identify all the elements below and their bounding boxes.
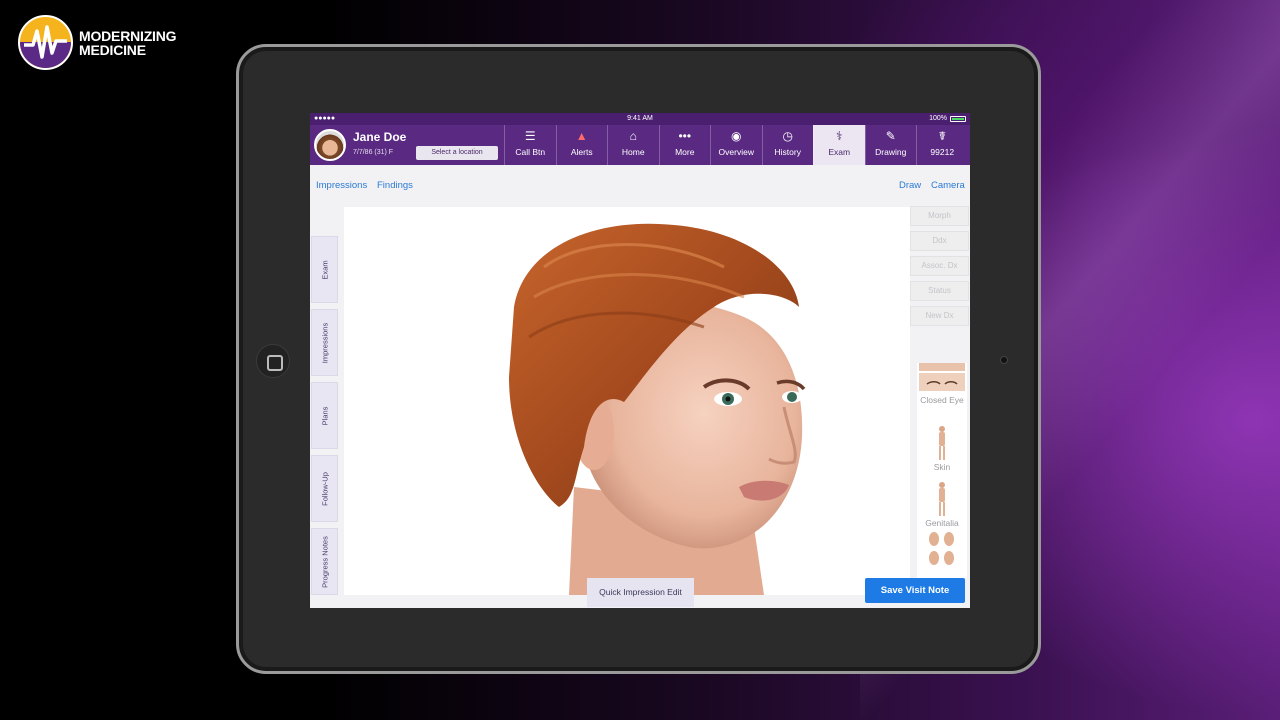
patient-avatar[interactable]	[314, 129, 346, 161]
impressions-link[interactable]: Impressions	[316, 180, 367, 191]
head-model-illustration	[509, 223, 806, 595]
status-bar: ●●●●● 9:41 AM 100%	[310, 113, 970, 125]
genitalia-figure-icon[interactable]	[934, 481, 950, 517]
nav-home[interactable]: ⌂ Home	[607, 125, 659, 165]
anatomy-3d-canvas[interactable]	[344, 207, 910, 595]
tab-follow-up[interactable]: Follow-Up	[311, 455, 338, 522]
hands-feet-thumbnail-icon[interactable]	[927, 531, 957, 567]
genitalia-label: Genitalia	[925, 518, 959, 528]
nav-call-btn[interactable]: ☰ Call Btn	[504, 125, 556, 165]
logo-mark-icon	[18, 15, 73, 70]
morph-button[interactable]: Morph	[910, 206, 969, 226]
bell-icon: ▲	[575, 129, 588, 143]
app-screen: ●●●●● 9:41 AM 100% Jane Doe 7/7/86 (31) …	[310, 113, 970, 608]
nav-overview[interactable]: ◉ Overview	[710, 125, 762, 165]
nav-alerts[interactable]: ▲ Alerts	[555, 125, 608, 165]
body-region-thumbnails: Closed Eye Skin Genitalia	[917, 363, 967, 578]
brand-line1: MODERNIZING	[79, 27, 177, 44]
tab-plans[interactable]: Plans	[311, 382, 338, 449]
battery-icon	[950, 116, 966, 122]
ddx-button[interactable]: Ddx	[910, 231, 969, 251]
clock-icon: ◷	[782, 129, 793, 143]
ipad-camera	[1000, 356, 1008, 364]
nav-exam[interactable]: ⚕ Exam	[813, 125, 865, 165]
nav-drawing[interactable]: ✎ Drawing	[864, 125, 917, 165]
tab-exam[interactable]: Exam	[311, 236, 338, 303]
closed-eye-thumbnail[interactable]	[919, 373, 965, 391]
battery-percent: 100%	[929, 115, 947, 122]
select-location-button[interactable]: Select a location	[416, 146, 498, 160]
more-icon: •••	[678, 129, 692, 143]
tab-impressions[interactable]: Impressions	[311, 309, 338, 376]
findings-link[interactable]: Findings	[377, 180, 413, 191]
new-dx-button[interactable]: New Dx	[910, 306, 969, 326]
save-visit-note-button[interactable]: Save Visit Note	[865, 578, 965, 603]
sub-toolbar: Impressions Findings Draw Camera	[310, 165, 970, 203]
nav-billing-code[interactable]: ☤ 99212	[916, 125, 968, 165]
patient-dob: 7/7/86 (31) F	[353, 149, 394, 156]
camera-link[interactable]: Camera	[931, 180, 965, 191]
billing-icon: ☤	[938, 129, 947, 143]
patient-name: Jane Doe	[353, 130, 407, 144]
pencil-icon: ✎	[885, 129, 896, 143]
person-icon: ◉	[731, 129, 742, 143]
skin-label: Skin	[933, 462, 951, 472]
draw-link[interactable]: Draw	[899, 180, 921, 191]
tab-progress-notes[interactable]: Progress Notes	[311, 528, 338, 595]
home-icon: ⌂	[629, 129, 637, 143]
nav-history[interactable]: ◷ History	[761, 125, 814, 165]
ipad-home-button[interactable]	[256, 344, 290, 378]
eye-thumbnail-top[interactable]	[919, 363, 965, 371]
closed-eye-label: Closed Eye	[920, 395, 964, 405]
list-icon: ☰	[524, 129, 536, 143]
brand-logo: MODERNIZING MEDICINE	[18, 15, 177, 70]
top-nav-bar: Jane Doe 7/7/86 (31) F Select a location…	[310, 125, 970, 165]
skin-figure-icon[interactable]	[934, 425, 950, 461]
quick-impression-edit-button[interactable]: Quick Impression Edit	[587, 578, 694, 607]
stethoscope-icon: ⚕	[836, 129, 843, 143]
nav-more[interactable]: ••• More	[658, 125, 711, 165]
status-button[interactable]: Status	[910, 281, 969, 301]
status-time: 9:41 AM	[627, 115, 653, 122]
brand-line2: MEDICINE	[79, 41, 146, 58]
assoc-dx-button[interactable]: Assoc. Dx	[910, 256, 969, 276]
nav-items: ☰ Call Btn ▲ Alerts ⌂ Home ••• More ◉ Ov…	[504, 125, 968, 165]
